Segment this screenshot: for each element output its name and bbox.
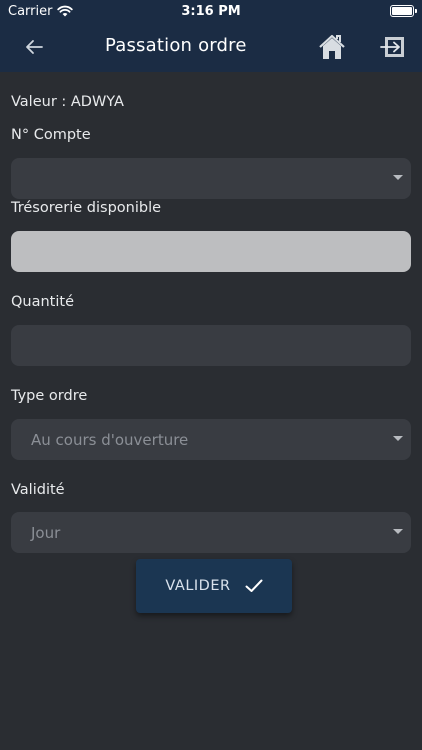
check-icon: [245, 579, 263, 592]
validite-label: Validité: [11, 482, 65, 498]
type-ordre-label: Type ordre: [11, 388, 88, 404]
validate-button[interactable]: VALIDER: [136, 559, 292, 613]
quantite-input[interactable]: [11, 325, 411, 366]
compte-label: N° Compte: [11, 127, 91, 143]
battery-icon: [390, 5, 417, 17]
chevron-down-icon: [393, 529, 403, 534]
arrow-left-icon: [26, 40, 43, 54]
type-ordre-value: Au cours d'ouverture: [31, 430, 189, 449]
quantite-label: Quantité: [11, 294, 74, 310]
back-button[interactable]: [22, 35, 46, 59]
nav-bar: Passation ordre: [0, 22, 422, 72]
status-bar: Carrier 3:16 PM: [0, 0, 422, 22]
home-button[interactable]: [318, 33, 346, 61]
wifi-icon: [57, 5, 74, 17]
logout-button[interactable]: [380, 35, 406, 59]
valeur-label: Valeur : ADWYA: [11, 94, 124, 110]
validate-label: VALIDER: [165, 578, 231, 594]
validite-select[interactable]: Jour: [11, 512, 411, 553]
logout-icon: [380, 37, 404, 57]
validite-value: Jour: [31, 523, 61, 542]
chevron-down-icon: [393, 175, 403, 180]
page-title: Passation ordre: [105, 35, 247, 56]
chevron-down-icon: [393, 436, 403, 441]
type-ordre-select[interactable]: Au cours d'ouverture: [11, 419, 411, 460]
compte-select[interactable]: [11, 158, 411, 199]
home-icon: [319, 34, 345, 59]
status-left: Carrier: [8, 3, 74, 19]
tresorerie-label: Trésorerie disponible: [11, 200, 162, 216]
battery-level: [392, 7, 412, 15]
carrier-label: Carrier: [8, 3, 53, 19]
tresorerie-field: [11, 231, 411, 272]
